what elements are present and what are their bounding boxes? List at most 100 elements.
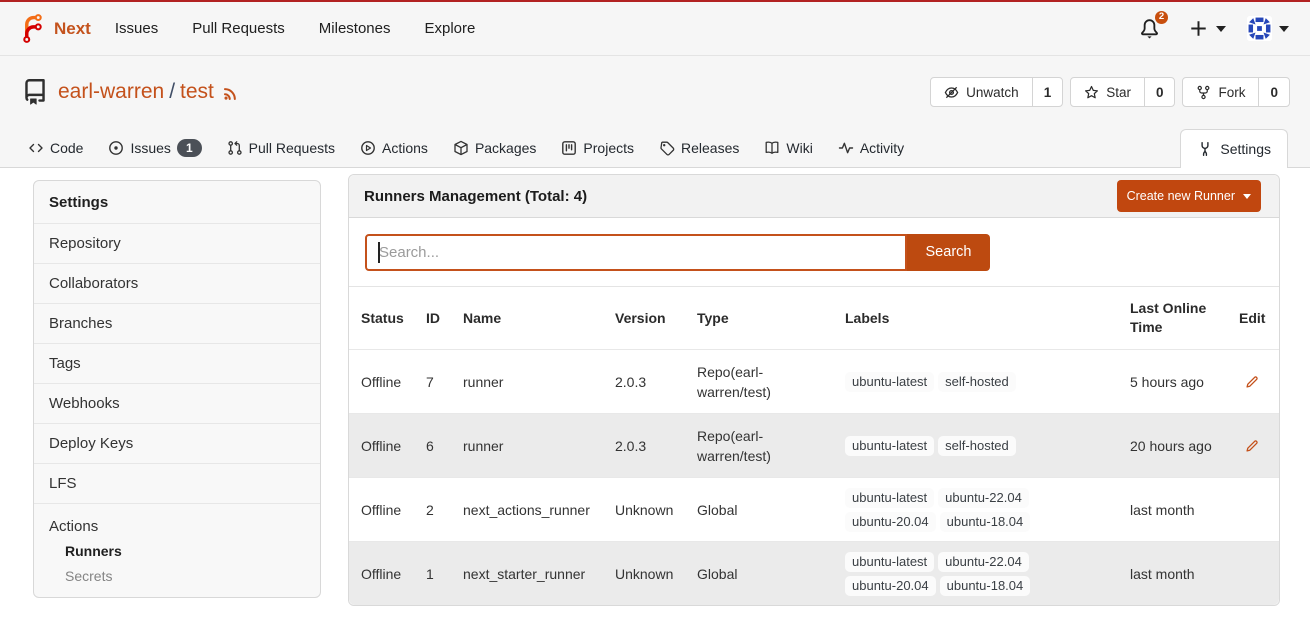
runners-panel: Runners Management (Total: 4) Create new…: [348, 174, 1280, 606]
user-menu[interactable]: [1247, 16, 1289, 41]
runner-last-online: 20 hours ago: [1118, 436, 1227, 456]
label-chip: ubuntu-latest: [845, 436, 934, 456]
nav-item-explore[interactable]: Explore: [424, 20, 475, 37]
navbar-right: 2: [1139, 16, 1289, 41]
runner-version: Unknown: [603, 500, 685, 520]
navbar: Next Issues Pull Requests Milestones Exp…: [0, 2, 1310, 56]
tab-releases[interactable]: Releases: [659, 129, 739, 167]
tab-actions-label: Actions: [382, 140, 428, 156]
table-row: Offline 6 runner 2.0.3 Repo(earl-warren/…: [349, 413, 1279, 477]
navbar-menu: Issues Pull Requests Milestones Explore: [115, 20, 475, 37]
repo-breadcrumb: earl-warren / test: [58, 80, 214, 104]
forks-count[interactable]: 0: [1258, 78, 1289, 106]
runner-last-online: last month: [1118, 564, 1227, 584]
runner-id: 2: [414, 500, 451, 520]
tab-projects-label: Projects: [583, 140, 634, 156]
label-chip: ubuntu-18.04: [940, 576, 1031, 596]
star-button[interactable]: Star 0: [1070, 77, 1175, 107]
tab-projects[interactable]: Projects: [561, 129, 634, 167]
fork-icon: [1196, 85, 1211, 100]
sidebar-item-webhooks[interactable]: Webhooks: [34, 383, 320, 423]
col-edit: Edit: [1227, 309, 1279, 328]
brand-name[interactable]: Next: [54, 19, 91, 39]
runner-status: Offline: [349, 500, 414, 520]
fork-label: Fork: [1218, 85, 1245, 100]
col-status: Status: [349, 309, 414, 328]
tab-settings-label: Settings: [1220, 141, 1271, 157]
play-circle-icon: [360, 140, 376, 156]
tab-pull-requests[interactable]: Pull Requests: [227, 129, 335, 167]
chevron-down-icon: [1279, 26, 1289, 32]
wrench-icon: [1197, 141, 1213, 157]
runner-labels: ubuntu-latest self-hosted: [833, 436, 1045, 456]
tab-releases-label: Releases: [681, 140, 739, 156]
sidebar-item-actions[interactable]: Actions: [34, 514, 320, 538]
sidebar-item-collaborators[interactable]: Collaborators: [34, 263, 320, 303]
nav-item-pull-requests[interactable]: Pull Requests: [192, 20, 285, 37]
col-labels: Labels: [833, 309, 1118, 328]
label-chip: ubuntu-20.04: [845, 512, 936, 532]
star-label: Star: [1106, 85, 1131, 100]
tab-activity[interactable]: Activity: [838, 129, 904, 167]
label-chip: ubuntu-22.04: [938, 552, 1029, 572]
runner-status: Offline: [349, 372, 414, 392]
sidebar-item-secrets[interactable]: Secrets: [34, 563, 320, 588]
tab-code-label: Code: [50, 140, 83, 156]
issue-opened-icon: [108, 140, 124, 156]
notification-count-badge: 2: [1155, 11, 1168, 24]
avatar: [1247, 16, 1272, 41]
runner-status: Offline: [349, 564, 414, 584]
tab-activity-label: Activity: [860, 140, 904, 156]
panel-title: Runners Management (Total: 4): [364, 188, 587, 205]
repo-owner-link[interactable]: earl-warren: [58, 80, 164, 104]
fork-button[interactable]: Fork 0: [1182, 77, 1290, 107]
tab-issues-label: Issues: [130, 140, 170, 156]
runner-id: 1: [414, 564, 451, 584]
repo-tabbar: Code Issues 1 Pull Requests Actions Pack…: [0, 129, 1310, 168]
tab-actions[interactable]: Actions: [360, 129, 428, 167]
nav-item-issues[interactable]: Issues: [115, 20, 158, 37]
tab-issues[interactable]: Issues 1: [108, 129, 201, 167]
pencil-icon[interactable]: [1244, 374, 1260, 390]
sidebar-item-deploy-keys[interactable]: Deploy Keys: [34, 423, 320, 463]
search-button[interactable]: Search: [907, 234, 990, 271]
settings-sidebar: Settings Repository Collaborators Branch…: [33, 180, 321, 598]
tab-wiki[interactable]: Wiki: [764, 129, 812, 167]
sidebar-item-runners[interactable]: Runners: [34, 538, 320, 563]
tab-packages[interactable]: Packages: [453, 129, 536, 167]
sidebar-item-repository[interactable]: Repository: [34, 223, 320, 263]
unwatch-button[interactable]: Unwatch 1: [930, 77, 1063, 107]
create-new-menu[interactable]: [1188, 18, 1226, 39]
tab-packages-label: Packages: [475, 140, 536, 156]
sidebar-item-lfs[interactable]: LFS: [34, 463, 320, 503]
stars-count[interactable]: 0: [1144, 78, 1175, 106]
repo-name-link[interactable]: test: [180, 80, 214, 104]
package-icon: [453, 140, 469, 156]
runner-id: 7: [414, 372, 451, 392]
brand-link[interactable]: Next: [18, 13, 91, 44]
runner-name: next_starter_runner: [451, 564, 603, 584]
runner-labels: ubuntu-latest ubuntu-22.04 ubuntu-20.04 …: [833, 552, 1045, 596]
text-cursor: [378, 242, 380, 263]
search-input[interactable]: [365, 234, 907, 271]
pencil-icon[interactable]: [1244, 438, 1260, 454]
sidebar-item-branches[interactable]: Branches: [34, 303, 320, 343]
tab-code[interactable]: Code: [28, 129, 83, 167]
col-id: ID: [414, 309, 451, 328]
notifications-button[interactable]: 2: [1139, 17, 1161, 41]
search-bar: Search: [349, 218, 1279, 287]
table-header-row: Status ID Name Version Type Labels Last …: [349, 287, 1279, 349]
forgejo-logo-icon: [18, 13, 47, 44]
git-pull-request-icon: [227, 140, 243, 156]
create-runner-button[interactable]: Create new Runner: [1117, 180, 1261, 212]
runner-name: next_actions_runner: [451, 500, 603, 520]
watchers-count[interactable]: 1: [1032, 78, 1063, 106]
plus-icon: [1188, 18, 1209, 39]
project-icon: [561, 140, 577, 156]
nav-item-milestones[interactable]: Milestones: [319, 20, 391, 37]
repo-icon: [22, 79, 48, 105]
label-chip: self-hosted: [938, 372, 1016, 392]
tab-settings[interactable]: Settings: [1180, 129, 1288, 168]
rss-icon[interactable]: [222, 83, 241, 102]
sidebar-item-tags[interactable]: Tags: [34, 343, 320, 383]
